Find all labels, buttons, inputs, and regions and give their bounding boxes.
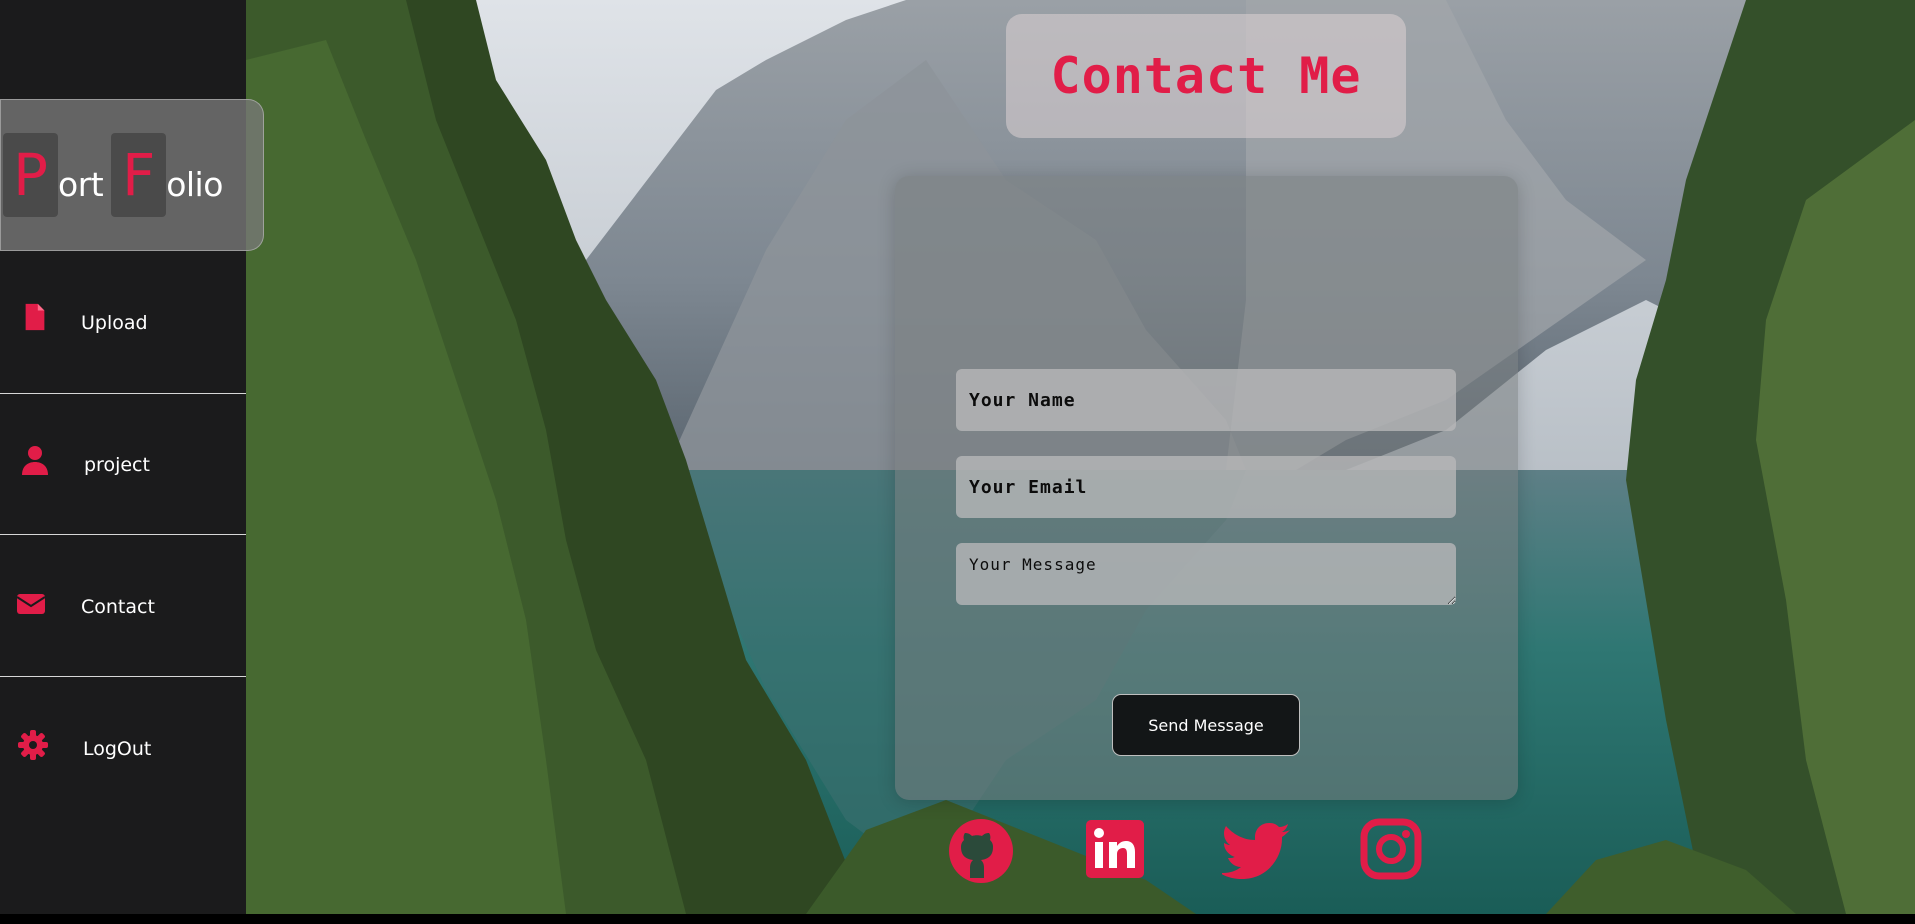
sidebar-item-label: Upload — [81, 312, 148, 334]
sidebar-item-logout[interactable]: LogOut — [0, 679, 246, 819]
file-icon — [25, 303, 45, 331]
sidebar-item-label: project — [84, 454, 150, 476]
send-message-button[interactable]: Send Message — [1112, 694, 1300, 756]
twitter-link[interactable] — [1220, 818, 1290, 884]
page-title: Contact Me — [1050, 47, 1362, 105]
contact-form: Send Message — [895, 176, 1518, 800]
name-input[interactable] — [956, 369, 1456, 431]
github-icon — [949, 819, 1013, 883]
linkedin-icon — [1086, 820, 1144, 878]
email-input[interactable] — [956, 456, 1456, 518]
brand-cap-f: F — [111, 133, 167, 217]
brand-text-ort: ort — [58, 164, 104, 204]
user-icon — [22, 446, 48, 475]
sidebar-item-contact[interactable]: Contact — [0, 537, 246, 677]
sidebar-item-project[interactable]: project — [0, 395, 246, 535]
envelope-icon — [16, 594, 46, 614]
bottom-edge-bar — [0, 914, 1915, 924]
linkedin-link[interactable] — [1084, 818, 1150, 884]
instagram-icon — [1360, 818, 1422, 880]
message-textarea[interactable] — [956, 543, 1456, 605]
brand-logo[interactable]: P ort F olio — [0, 99, 264, 251]
instagram-link[interactable] — [1360, 818, 1426, 884]
sidebar-item-label: LogOut — [83, 738, 152, 760]
github-link[interactable] — [948, 818, 1014, 884]
sidebar-item-label: Contact — [81, 596, 155, 618]
brand-text-olio: olio — [166, 164, 223, 204]
gear-icon — [18, 730, 48, 760]
sidebar-item-upload[interactable]: Upload — [0, 254, 246, 394]
page-title-box: Contact Me — [1006, 14, 1406, 138]
app-window: P ort F olio Upload project Contact LogO… — [0, 0, 1915, 914]
sidebar: P ort F olio Upload project Contact LogO… — [0, 0, 264, 914]
twitter-icon — [1220, 823, 1290, 879]
brand-cap-p: P — [3, 133, 58, 217]
